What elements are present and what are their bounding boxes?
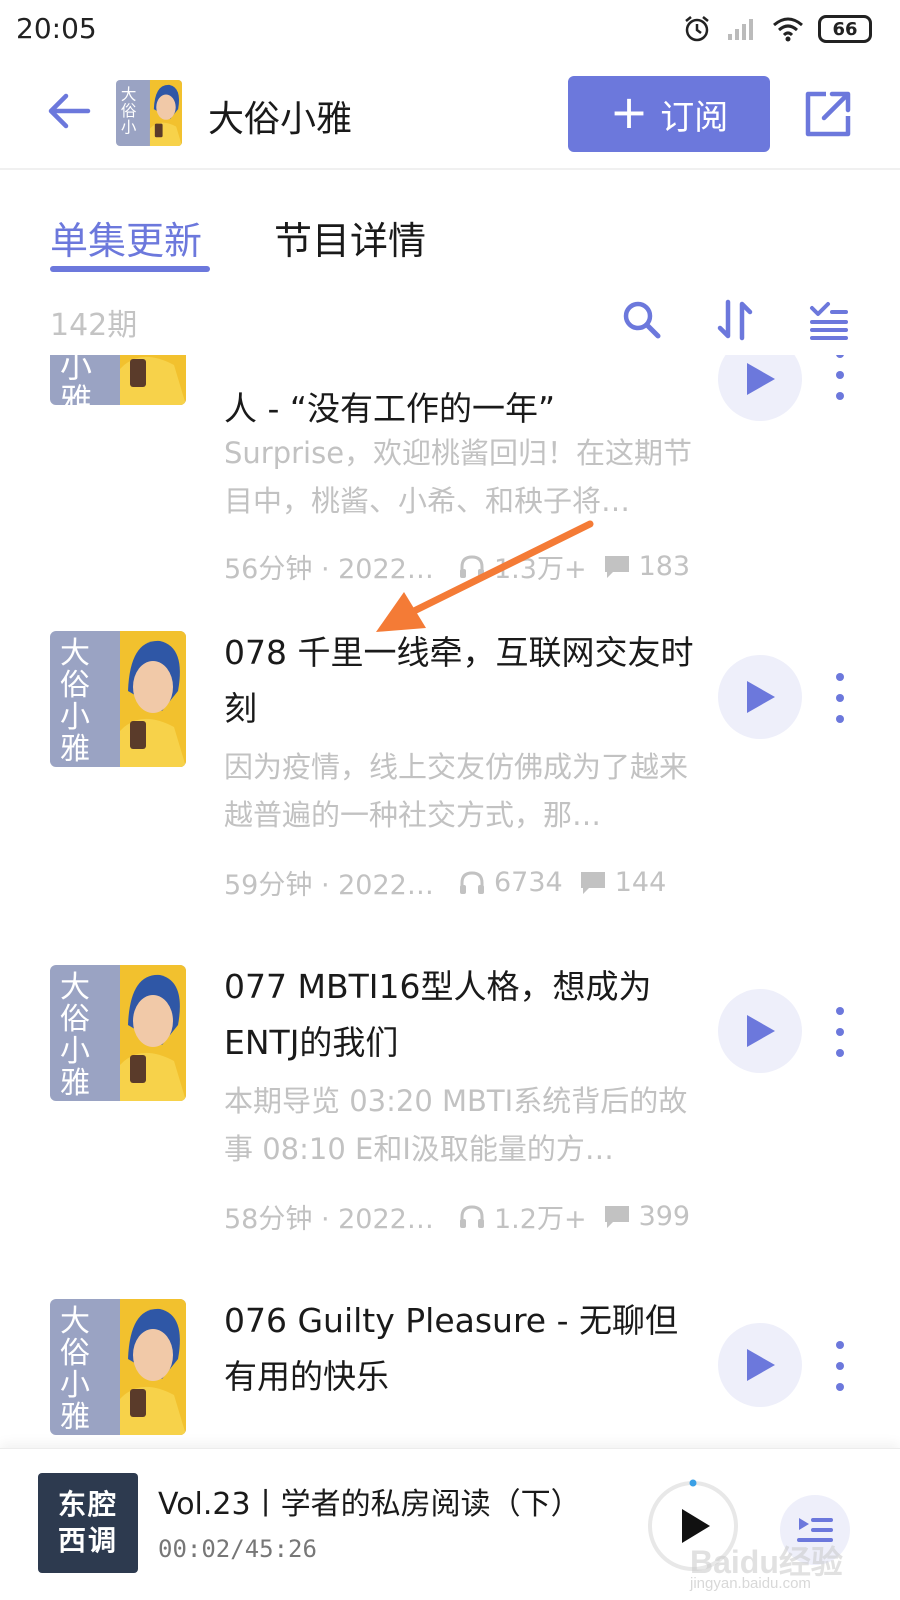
plus-icon: + bbox=[609, 85, 649, 139]
episode-item[interactable]: 大 俗 小 雅 076 Guilty Pleasure - 无聊但有用的快乐 bbox=[0, 1299, 900, 1445]
comment-count: 183 bbox=[603, 551, 691, 582]
svg-text:大: 大 bbox=[60, 1304, 90, 1339]
episode-description: 本期导览 03:20 MBTI系统背后的故事 08:10 E和I汲取能量的方… bbox=[224, 1084, 688, 1166]
svg-text:俗: 俗 bbox=[60, 1336, 90, 1371]
more-options-button[interactable] bbox=[830, 1007, 850, 1057]
play-count: 1.2万+ bbox=[458, 1197, 587, 1236]
play-count: 6734 bbox=[458, 867, 563, 898]
episode-meta: 59分钟 · 2022/… 6734 144 bbox=[224, 863, 694, 902]
episode-meta: 58分钟 · 2022… 1.2万+ 399 bbox=[224, 1197, 694, 1236]
episode-cover: 大 俗 小 雅 bbox=[50, 631, 186, 767]
play-count-value: 6734 bbox=[494, 867, 563, 898]
episode-title: 077 MBTI16型人格，想成为ENTJ的我们 bbox=[224, 967, 652, 1062]
svg-text:小: 小 bbox=[121, 118, 137, 136]
back-arrow-icon[interactable] bbox=[44, 86, 94, 136]
subscribe-button[interactable]: + 订阅 bbox=[568, 76, 770, 152]
comment-count-value: 144 bbox=[614, 867, 667, 898]
signal-icon bbox=[728, 19, 753, 40]
status-bar: 20:05 66 bbox=[0, 0, 900, 60]
headphones-icon bbox=[460, 870, 484, 894]
more-options-button[interactable] bbox=[830, 1341, 850, 1391]
svg-text:雅: 雅 bbox=[60, 1066, 90, 1101]
now-playing-cover: 东腔 西调 bbox=[38, 1473, 138, 1573]
more-options-button[interactable] bbox=[830, 673, 850, 723]
batch-select-icon[interactable] bbox=[806, 298, 850, 342]
svg-text:小: 小 bbox=[60, 1034, 90, 1069]
svg-text:雅: 雅 bbox=[60, 1400, 90, 1435]
podcast-cover: 大 俗 小 bbox=[116, 80, 182, 146]
comment-count: 399 bbox=[603, 1201, 691, 1232]
now-playing-time: 00:02/45:26 bbox=[158, 1535, 317, 1563]
episode-cover: 大 俗 小 雅 bbox=[50, 355, 186, 405]
more-options-button[interactable] bbox=[830, 355, 850, 400]
play-icon bbox=[747, 1349, 775, 1381]
episode-item[interactable]: 大 俗 小 雅 077 MBTI16型人格，想成为ENTJ的我们 本期导览 03… bbox=[0, 965, 900, 1305]
comment-count-value: 183 bbox=[638, 551, 691, 582]
play-count-value: 1.2万+ bbox=[494, 1204, 587, 1235]
episode-cover: 大 俗 小 雅 bbox=[50, 1299, 186, 1435]
svg-text:小: 小 bbox=[60, 700, 90, 735]
episode-meta: 56分钟 · 2022… 1.3万+ 183 bbox=[224, 547, 694, 586]
svg-text:雅: 雅 bbox=[60, 381, 92, 405]
play-button[interactable] bbox=[718, 355, 802, 421]
play-count: 1.3万+ bbox=[458, 547, 587, 586]
episode-cover: 大 俗 小 雅 bbox=[50, 965, 186, 1101]
app-header: 大 俗 小 大俗小雅 + 订阅 bbox=[0, 62, 900, 170]
episode-duration-date: 56分钟 · 2022… bbox=[224, 554, 434, 585]
now-playing-title: Vol.23丨学者的私房阅读（下） bbox=[158, 1487, 581, 1522]
cover-text-line1: 东腔 bbox=[57, 1488, 118, 1521]
active-tab-indicator bbox=[50, 266, 210, 272]
svg-text:俗: 俗 bbox=[60, 668, 90, 703]
svg-text:大: 大 bbox=[60, 636, 90, 671]
svg-text:大: 大 bbox=[60, 970, 90, 1005]
subscribe-label: 订阅 bbox=[660, 97, 729, 138]
episode-list: 大 俗 小 雅 人 - “没有工作的一年” Surprise，欢迎桃酱回归！在这… bbox=[0, 355, 900, 1445]
svg-text:雅: 雅 bbox=[60, 732, 90, 767]
watermark-url: jingyan.baidu.com bbox=[690, 1575, 811, 1592]
mini-player[interactable]: 东腔 西调 Vol.23丨学者的私房阅读（下） 00:02/45:26 Baid… bbox=[0, 1448, 900, 1600]
tab-bar: 单集更新 节目详情 bbox=[0, 200, 900, 280]
episode-item[interactable]: 大 俗 小 雅 078 千里一线牵，互联网交友时刻 因为疫情，线上交友仿佛成为了… bbox=[0, 631, 900, 971]
svg-text:俗: 俗 bbox=[60, 1002, 90, 1037]
comment-icon bbox=[604, 555, 629, 578]
comment-icon bbox=[580, 871, 605, 894]
alarm-icon bbox=[685, 16, 709, 42]
episode-description: Surprise，欢迎桃酱回归！在这期节目中，桃酱、小希、和秧子将… bbox=[224, 436, 693, 518]
play-icon bbox=[747, 681, 775, 713]
comment-count-value: 399 bbox=[638, 1201, 691, 1232]
podcast-title: 大俗小雅 bbox=[208, 99, 353, 140]
play-count-value: 1.3万+ bbox=[494, 554, 587, 585]
headphones-icon bbox=[460, 1204, 484, 1228]
svg-text:大: 大 bbox=[121, 85, 137, 103]
play-button[interactable] bbox=[718, 989, 802, 1073]
headphones-icon bbox=[460, 554, 484, 578]
wifi-icon bbox=[773, 17, 803, 42]
episode-title: 078 千里一线牵，互联网交友时刻 bbox=[224, 633, 694, 728]
play-button[interactable] bbox=[718, 1323, 802, 1407]
share-icon[interactable] bbox=[800, 86, 856, 142]
episode-duration-date: 59分钟 · 2022/… bbox=[224, 870, 434, 901]
battery-indicator: 66 bbox=[818, 15, 872, 43]
status-time: 20:05 bbox=[16, 12, 97, 45]
episode-count: 142期 bbox=[50, 308, 138, 343]
search-icon[interactable] bbox=[620, 298, 664, 342]
episode-title: 076 Guilty Pleasure - 无聊但有用的快乐 bbox=[224, 1301, 678, 1396]
comment-count: 144 bbox=[579, 867, 667, 898]
tab-episodes[interactable]: 单集更新 bbox=[50, 210, 202, 265]
status-icons: 66 bbox=[682, 14, 872, 44]
episode-duration-date: 58分钟 · 2022… bbox=[224, 1204, 434, 1235]
play-icon bbox=[747, 1015, 775, 1047]
svg-text:俗: 俗 bbox=[121, 102, 137, 120]
cover-text-line2: 西调 bbox=[57, 1524, 118, 1557]
tab-details[interactable]: 节目详情 bbox=[274, 210, 426, 265]
episode-description: 因为疫情，线上交友仿佛成为了越来越普遍的一种社交方式，那… bbox=[224, 750, 689, 832]
svg-text:小: 小 bbox=[60, 1368, 90, 1403]
play-icon bbox=[747, 363, 775, 395]
comment-icon bbox=[604, 1205, 629, 1228]
play-button[interactable] bbox=[718, 655, 802, 739]
sort-icon[interactable] bbox=[714, 298, 758, 342]
list-toolbar: 142期 bbox=[0, 294, 900, 350]
